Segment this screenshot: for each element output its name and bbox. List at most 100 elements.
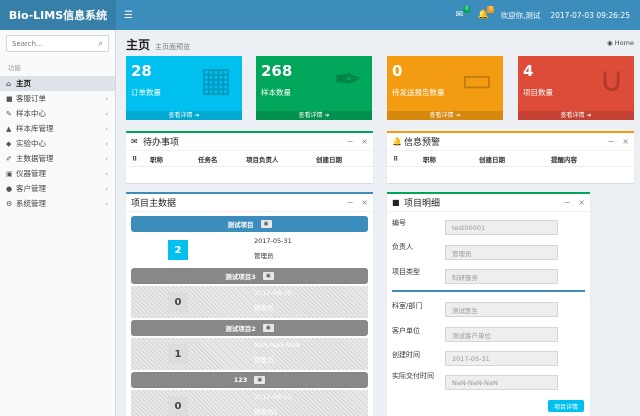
image-icon: ▣ [254, 376, 266, 384]
image-icon: ▣ [262, 272, 274, 280]
project-body[interactable]: 0 2017-06-12 管理员1 [131, 390, 368, 416]
alerts-title: 信息预警 [404, 138, 441, 148]
navbar-right: ✉ 0 🔔 0 欢迎你,测试 2017-07-03 09:26:25 [452, 0, 630, 30]
column-header: 项目负责人 [246, 155, 279, 164]
projects-header: 项目主数据 − × [126, 194, 373, 212]
field-department[interactable]: 测试医生 [445, 302, 558, 317]
project-details-button[interactable]: 项目详情 [548, 400, 584, 412]
stat-more-link[interactable]: 查看详情 ➔ [387, 111, 503, 120]
welcome-text[interactable]: 欢迎你,测试 [500, 10, 540, 21]
sidebar-item-label: 主数据管理 [16, 154, 54, 163]
field-label: 负责人 [392, 243, 413, 251]
sidebar-item-label: 客户管理 [16, 184, 46, 193]
stat-value: 268 [261, 62, 293, 80]
stat-more-link[interactable]: 查看详情 ➔ [518, 111, 634, 120]
stat-more-link[interactable]: 查看详情 ➔ [256, 111, 372, 120]
magnet-icon: ∪ [599, 60, 624, 100]
arrow-circle-right-icon: ➔ [455, 112, 461, 119]
search-icon[interactable]: ⌕ [98, 39, 103, 49]
home-icon: ⌂ [6, 79, 12, 88]
sidebar-item-lab[interactable]: ◆ 实验中心 ‹ [0, 136, 115, 151]
project-header-selected[interactable]: 测试项目 ▣ [131, 216, 368, 232]
sidebar-item-label: 仪器管理 [16, 169, 46, 178]
field-label: 项目类型 [392, 268, 420, 276]
stat-value: 0 [392, 62, 403, 80]
close-icon[interactable]: × [578, 198, 585, 207]
project-header[interactable]: 测试项目3 ▣ [131, 268, 368, 284]
alerts-box: 🔔 信息预警 − × ⠿ 职称 创建日期 提醒内容 [387, 131, 634, 183]
detail-header: ■ 项目明细 − × [387, 194, 590, 212]
stat-more-link[interactable]: 查看详情 ➔ [126, 111, 242, 120]
close-icon[interactable]: × [361, 198, 368, 207]
project-manager: 管理员1 [254, 408, 278, 416]
project-body[interactable]: 0 2017-06-30 管理员 [131, 286, 368, 318]
project-date: 2017-06-30 [254, 289, 292, 297]
project-date: NaN-NaN-NaN [254, 341, 300, 349]
breadcrumb[interactable]: ◉ Home [607, 39, 634, 47]
breadcrumb-home[interactable]: Home [615, 39, 634, 47]
sidebar-item-system[interactable]: ⚙ 系统管理 ‹ [0, 196, 115, 211]
mail-icon[interactable]: ✉ 0 [452, 6, 471, 20]
drag-handle-icon: ⠿ [393, 154, 399, 163]
project-header[interactable]: 123 ▣ [131, 372, 368, 388]
bell-icon[interactable]: 🔔 0 [476, 6, 495, 20]
image-icon: ▣ [262, 324, 274, 332]
arrow-circle-right-icon: ➔ [586, 112, 592, 119]
column-header: 任务名 [198, 155, 218, 164]
sidebar-item-instruments[interactable]: ▣ 仪器管理 ‹ [0, 166, 115, 181]
todo-table-header: ⠿ 职称 任务名 项目负责人 创建日期 [126, 151, 373, 167]
close-icon[interactable]: × [622, 137, 629, 146]
field-label: 客户单位 [392, 327, 420, 335]
sidebar-search: ⌕ [6, 35, 109, 52]
projects-box: 项目主数据 − × 测试项目 ▣ 2 2017-05-31 管理员 测试项目3 ▣ 0… [126, 192, 373, 416]
project-body[interactable]: 2 2017-05-31 管理员 [131, 234, 368, 266]
collapse-icon[interactable]: − [564, 198, 571, 207]
stat-more-label: 查看详情 [560, 112, 585, 119]
datetime-text: 2017-07-03 09:26:25 [550, 10, 630, 20]
close-icon[interactable]: × [361, 137, 368, 146]
users-icon: ● [6, 184, 13, 193]
sidebar-toggle-icon[interactable]: ☰ [124, 10, 138, 21]
stat-label: 待发送报告数量 [392, 88, 445, 97]
field-customer[interactable]: 测试客户单位 [445, 327, 558, 342]
sidebar-item-label: 系统管理 [16, 199, 46, 208]
instrument-icon: ▣ [6, 169, 13, 178]
stat-label: 样本数量 [261, 88, 291, 97]
stat-more-label: 查看详情 [429, 112, 454, 119]
projects-title: 项目主数据 [131, 199, 177, 209]
field-code[interactable]: test00001 [445, 220, 558, 235]
field-owner[interactable]: 管理员 [445, 245, 558, 260]
field-project-type[interactable]: 科研服务 [445, 269, 558, 284]
sidebar-item-sample-library[interactable]: ▲ 样本库管理 ‹ [0, 121, 115, 136]
sidebar-item-samples[interactable]: ✎ 样本中心 ‹ [0, 106, 115, 121]
monitor-icon: ▭ [460, 60, 493, 100]
chevron-left-icon: ‹ [105, 184, 108, 193]
project-manager: 管理员 [254, 304, 274, 312]
chevron-left-icon: ‹ [105, 139, 108, 148]
project-count: 0 [168, 292, 188, 312]
sidebar-item-label: 样本中心 [16, 109, 46, 118]
stat-label: 项目数量 [523, 88, 553, 97]
search-input[interactable] [12, 39, 98, 48]
app-logo[interactable]: Bio-LIMS信息系统 [0, 0, 116, 30]
sidebar-item-master-data[interactable]: ✐ 主数据管理 ‹ [0, 151, 115, 166]
drag-handle-icon: ⠿ [132, 154, 138, 163]
todo-box: ✉ 待办事项 − × ⠿ 职称 任务名 项目负责人 创建日期 [126, 131, 373, 183]
project-body[interactable]: 1 NaN-NaN-NaN 管理员 [131, 338, 368, 370]
collapse-icon[interactable]: − [608, 137, 615, 146]
collapse-icon[interactable]: − [347, 198, 354, 207]
stat-card-samples: 268 样本数量 ✒ 查看详情 ➔ [256, 56, 372, 120]
sidebar-item-home[interactable]: ⌂ 主页 [0, 76, 115, 91]
chevron-left-icon: ‹ [105, 94, 108, 103]
chevron-left-icon: ‹ [105, 124, 108, 133]
sidebar-item-customers[interactable]: ● 客户管理 ‹ [0, 181, 115, 196]
collapse-icon[interactable]: − [347, 137, 354, 146]
project-name: 测试项目 [227, 221, 254, 229]
sidebar-item-orders[interactable]: ■ 客服订单 ‹ [0, 91, 115, 106]
project-header[interactable]: 测试项目2 ▣ [131, 320, 368, 336]
bell-badge: 0 [487, 6, 495, 13]
field-created[interactable]: 2017-05-31 [445, 351, 558, 366]
column-header: 职称 [423, 155, 436, 164]
stat-more-label: 查看详情 [168, 112, 193, 119]
field-delivery[interactable]: NaN-NaN-NaN [445, 375, 558, 390]
